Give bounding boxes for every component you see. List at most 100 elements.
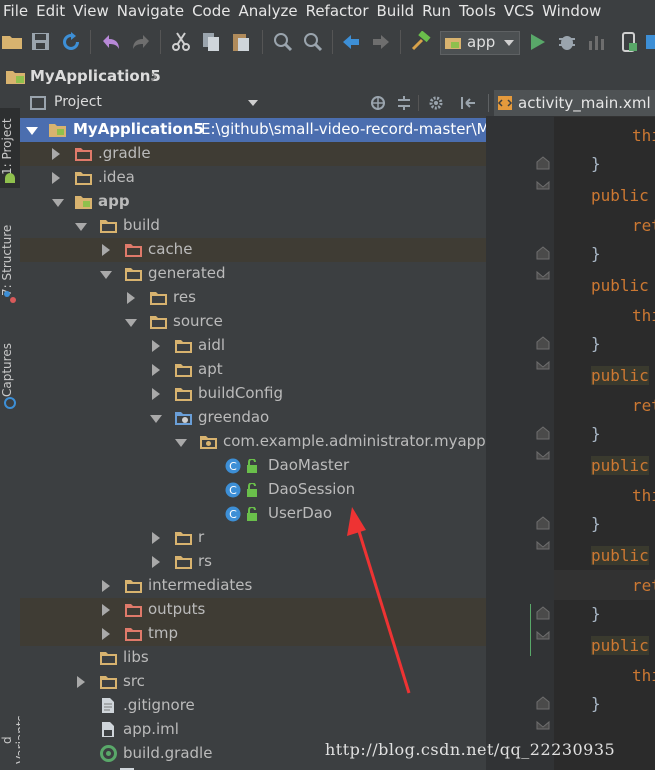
expand-arrow-icon[interactable] — [26, 127, 38, 135]
menu-build[interactable]: Build — [374, 2, 418, 20]
module-folder-icon — [6, 71, 25, 84]
structure-tool-tab[interactable]: 7: Structure — [0, 220, 20, 300]
run-config-select[interactable]: app — [440, 31, 520, 55]
tree-row-gradle[interactable]: .gradle — [20, 142, 486, 166]
sync-icon[interactable] — [60, 31, 82, 53]
tree-row-gitignore[interactable]: .gitignore — [20, 694, 486, 718]
expand-arrow-icon[interactable] — [102, 580, 110, 592]
cut-icon[interactable] — [170, 31, 192, 53]
expand-arrow-icon[interactable] — [102, 628, 110, 640]
expand-arrow-icon[interactable] — [102, 244, 110, 256]
undo-icon[interactable] — [100, 31, 122, 53]
menu-analyze[interactable]: Analyze — [235, 2, 300, 20]
expand-arrow-icon[interactable] — [175, 439, 187, 447]
svg-text:C: C — [229, 508, 237, 521]
back-icon[interactable] — [340, 31, 362, 53]
menu-bar: File Edit View Navigate Code Analyze Ref… — [0, 0, 655, 22]
gear-icon[interactable] — [428, 95, 444, 111]
menu-file[interactable]: File — [0, 2, 31, 20]
menu-window[interactable]: Window — [539, 2, 604, 20]
menu-code[interactable]: Code — [189, 2, 233, 20]
tree-row-apt[interactable]: apt — [20, 358, 486, 382]
collapse-all-icon[interactable] — [396, 95, 412, 111]
open-folder-icon[interactable] — [2, 31, 24, 53]
tree-row-label: DaoSession — [268, 480, 356, 498]
editor-tab[interactable]: activity_main.xml — [494, 90, 655, 116]
paste-icon[interactable] — [230, 31, 252, 53]
tree-row-package[interactable]: com.example.administrator.myappli — [20, 430, 486, 454]
find-icon[interactable] — [272, 31, 294, 53]
expand-arrow-icon[interactable] — [77, 676, 85, 688]
tree-row-generated[interactable]: generated — [20, 262, 486, 286]
attach-profiler-icon[interactable] — [586, 31, 608, 53]
tree-row-daomaster[interactable]: C DaoMaster — [20, 454, 486, 478]
menu-edit[interactable]: Edit — [33, 2, 68, 20]
sdk-manager-icon[interactable] — [644, 31, 655, 53]
structure-icon — [4, 291, 16, 303]
menu-refactor[interactable]: Refactor — [303, 2, 372, 20]
expand-arrow-icon[interactable] — [102, 604, 110, 616]
tree-row-outputs[interactable]: outputs — [20, 598, 486, 622]
scroll-from-source-icon[interactable] — [370, 95, 386, 111]
captures-tool-tab[interactable]: Captures — [0, 340, 20, 400]
redo-icon[interactable] — [130, 31, 152, 53]
expand-arrow-icon[interactable] — [100, 271, 112, 279]
code-line: } — [591, 424, 601, 443]
tree-row-tmp[interactable]: tmp — [20, 622, 486, 646]
chevron-down-icon[interactable] — [248, 100, 258, 106]
expand-arrow-icon[interactable] — [75, 223, 87, 231]
breadcrumb[interactable]: MyApplication5 — [30, 67, 161, 85]
tree-row-res[interactable]: res — [20, 286, 486, 310]
tree-row-app-iml[interactable]: app.iml — [20, 718, 486, 742]
expand-arrow-icon[interactable] — [52, 172, 60, 184]
menu-navigate[interactable]: Navigate — [114, 2, 187, 20]
folder-excluded-icon — [125, 604, 142, 617]
tree-row-userdao[interactable]: C UserDao — [20, 502, 486, 526]
run-icon[interactable] — [526, 31, 548, 53]
expand-arrow-icon[interactable] — [125, 319, 137, 327]
tree-row-intermediates[interactable]: intermediates — [20, 574, 486, 598]
tree-row-cache[interactable]: cache — [20, 238, 486, 262]
tree-row-app[interactable]: app — [20, 190, 486, 214]
expand-arrow-icon[interactable] — [127, 292, 135, 304]
expand-arrow-icon[interactable] — [152, 388, 160, 400]
avd-manager-icon[interactable] — [618, 31, 640, 53]
tree-row-myapplication5[interactable]: MyApplication5 E:\github\small-video-rec… — [20, 118, 486, 142]
tree-row-build[interactable]: build — [20, 214, 486, 238]
tree-row-label: src — [123, 672, 145, 690]
menu-tools[interactable]: Tools — [456, 2, 499, 20]
tree-row-source[interactable]: source — [20, 310, 486, 334]
tree-row-r[interactable]: r — [20, 526, 486, 550]
hide-panel-icon[interactable] — [460, 95, 476, 111]
expand-arrow-icon[interactable] — [152, 340, 160, 352]
folder-icon — [175, 364, 192, 377]
project-view-label[interactable]: Project — [54, 94, 102, 110]
folder-icon — [175, 340, 192, 353]
copy-icon[interactable] — [200, 31, 222, 53]
tree-row-label: source — [173, 312, 223, 330]
build-variants-tool-tab[interactable]: d Variants — [0, 710, 28, 770]
tree-row-greendao[interactable]: greendao — [20, 406, 486, 430]
save-icon[interactable] — [30, 31, 52, 53]
expand-arrow-icon[interactable] — [52, 148, 60, 160]
expand-arrow-icon[interactable] — [152, 364, 160, 376]
tree-row-aidl[interactable]: aidl — [20, 334, 486, 358]
tree-row-idea[interactable]: .idea — [20, 166, 486, 190]
tree-row-buildconfig[interactable]: buildConfig — [20, 382, 486, 406]
forward-icon[interactable] — [370, 31, 392, 53]
expand-arrow-icon[interactable] — [150, 415, 162, 423]
tree-row-rs[interactable]: rs — [20, 550, 486, 574]
menu-run[interactable]: Run — [419, 2, 454, 20]
expand-arrow-icon[interactable] — [152, 532, 160, 544]
expand-arrow-icon[interactable] — [152, 556, 160, 568]
menu-vcs[interactable]: VCS — [501, 2, 537, 20]
menu-view[interactable]: View — [70, 2, 112, 20]
tree-row-src[interactable]: src — [20, 670, 486, 694]
debug-icon[interactable] — [556, 31, 578, 53]
tree-row-libs[interactable]: libs — [20, 646, 486, 670]
tree-row-daosession[interactable]: C DaoSession — [20, 478, 486, 502]
make-project-icon[interactable] — [410, 31, 432, 53]
expand-arrow-icon[interactable] — [52, 199, 64, 207]
code-line: thi — [632, 666, 655, 685]
replace-icon[interactable] — [302, 31, 324, 53]
